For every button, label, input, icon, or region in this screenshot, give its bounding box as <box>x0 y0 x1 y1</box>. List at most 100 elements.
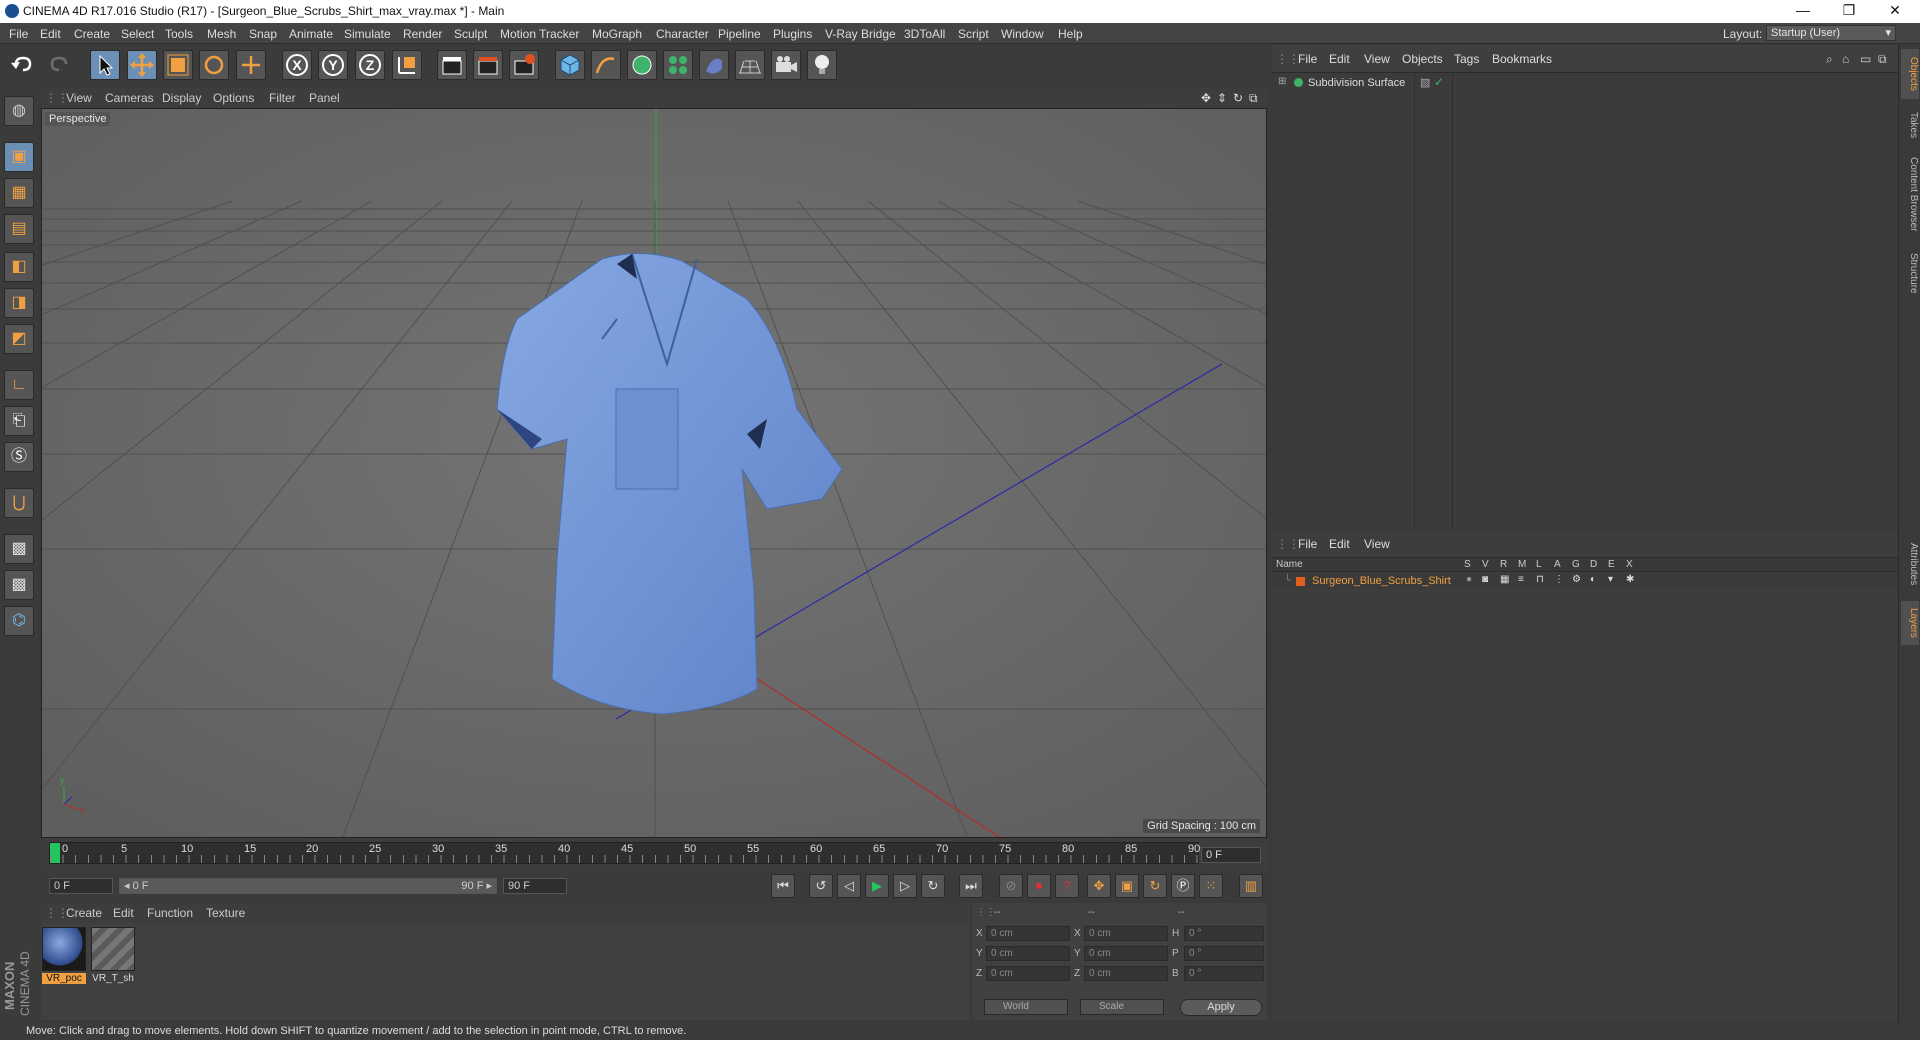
material-thumbnail[interactable] <box>42 927 86 971</box>
key-position-button[interactable]: ✥ <box>1087 874 1111 898</box>
new-window-icon[interactable]: ▭ <box>1860 52 1871 66</box>
add-environment-button[interactable] <box>735 50 765 80</box>
add-spline-button[interactable] <box>591 50 621 80</box>
coordinate-system-button[interactable] <box>392 50 422 80</box>
solo-toggle-icon[interactable]: ● <box>1466 574 1472 585</box>
edges-mode-button[interactable]: ◨ <box>4 288 34 318</box>
menu-window[interactable]: Window <box>1001 27 1044 41</box>
object-menu-edit[interactable]: Edit <box>1329 52 1350 66</box>
add-mograph-button[interactable] <box>663 50 693 80</box>
viewport-menu-options[interactable]: Options <box>213 91 254 105</box>
add-deformer-button[interactable] <box>699 50 729 80</box>
current-frame-field[interactable]: 0 F <box>1201 847 1261 863</box>
add-camera-button[interactable] <box>771 50 801 80</box>
select-tool-button[interactable] <box>90 50 120 80</box>
recent-tool-button[interactable] <box>236 50 266 80</box>
menu-help[interactable]: Help <box>1058 27 1083 41</box>
menu-edit[interactable]: Edit <box>40 27 61 41</box>
expand-icon[interactable]: ⧉ <box>1878 52 1887 67</box>
polygons-mode-button[interactable]: ◩ <box>4 324 34 354</box>
redo-button[interactable] <box>44 50 74 80</box>
layer-menu-view[interactable]: View <box>1364 537 1390 551</box>
material-menu-edit[interactable]: Edit <box>113 906 134 920</box>
viewport-zoom-icon[interactable]: ⇕ <box>1217 91 1227 105</box>
menu-pipeline[interactable]: Pipeline <box>718 27 761 41</box>
model-mode-button[interactable]: ▣ <box>4 142 34 172</box>
menu-tools[interactable]: Tools <box>165 27 193 41</box>
add-generator-button[interactable] <box>627 50 657 80</box>
scale-tool-button[interactable] <box>163 50 193 80</box>
rotate-tool-button[interactable] <box>199 50 229 80</box>
menu-render[interactable]: Render <box>403 27 442 41</box>
edit-tag-icon[interactable]: ▧ <box>1420 76 1430 89</box>
enabled-check-icon[interactable]: ✓ <box>1434 75 1444 89</box>
render-clapper-icon[interactable]: ▦ <box>1500 574 1509 585</box>
start-frame-field[interactable]: 0 F <box>49 878 113 894</box>
size-z-field[interactable]: 0 cm <box>1084 966 1168 981</box>
locked-workplane-button[interactable]: ▩ <box>4 534 34 564</box>
move-tool-button[interactable] <box>127 50 157 80</box>
menu-snap[interactable]: Snap <box>249 27 277 41</box>
render-picture-viewer-button[interactable] <box>473 50 503 80</box>
menu-simulate[interactable]: Simulate <box>344 27 391 41</box>
search-icon[interactable]: ⌕ <box>1826 52 1833 67</box>
menu-sculpt[interactable]: Sculpt <box>454 27 487 41</box>
layer-menu-file[interactable]: File <box>1298 537 1317 551</box>
viewport-menu-view[interactable]: View <box>66 91 92 105</box>
python-button[interactable]: ⌬ <box>4 606 34 636</box>
render-settings-button[interactable] <box>509 50 539 80</box>
go-to-end-button[interactable]: ⏭ <box>959 874 983 898</box>
menu-motion-tracker[interactable]: Motion Tracker <box>500 27 579 41</box>
workplane-mode-button[interactable]: ▤ <box>4 214 34 244</box>
object-menu-file[interactable]: File <box>1298 52 1317 66</box>
material-label[interactable]: VR_T_sh <box>91 973 135 984</box>
lock-icon[interactable]: ⊓ <box>1536 574 1544 585</box>
layer-name[interactable]: Surgeon_Blue_Scrubs_Shirt <box>1312 575 1451 587</box>
menu-mesh[interactable]: Mesh <box>207 27 236 41</box>
viewport-menu-cameras[interactable]: Cameras <box>105 91 154 105</box>
viewport-menu-display[interactable]: Display <box>162 91 201 105</box>
key-point-level-button[interactable]: ⁙ <box>1199 874 1223 898</box>
menu-mograph[interactable]: MoGraph <box>592 27 642 41</box>
object-name[interactable]: Subdivision Surface <box>1308 77 1405 89</box>
menu-file[interactable]: File <box>9 27 28 41</box>
menu-animate[interactable]: Animate <box>289 27 333 41</box>
points-mode-button[interactable]: ◧ <box>4 252 34 282</box>
menu-create[interactable]: Create <box>74 27 110 41</box>
key-parameter-button[interactable]: Ⓟ <box>1171 874 1195 898</box>
play-button[interactable]: ▶ <box>865 874 889 898</box>
add-light-button[interactable] <box>807 50 837 80</box>
viewport-rotate-icon[interactable]: ↻ <box>1233 91 1243 105</box>
material-label[interactable]: VR_poc <box>42 973 86 984</box>
menu-select[interactable]: Select <box>121 27 154 41</box>
rotation-p-field[interactable]: 0 ° <box>1184 946 1264 961</box>
object-row[interactable]: ⊞ Subdivision Surface ▧ ✓ <box>1274 75 1894 91</box>
deformer-icon[interactable]: ◐ <box>1590 574 1596 585</box>
menu-script[interactable]: Script <box>958 27 989 41</box>
viewport-menu-panel[interactable]: Panel <box>309 91 340 105</box>
render-view-button[interactable] <box>437 50 467 80</box>
snap-button[interactable]: Ⓢ <box>4 442 34 472</box>
close-button[interactable]: ✕ <box>1872 0 1918 23</box>
layer-row[interactable]: └ Surgeon_Blue_Scrubs_Shirt ● ◙ ▦ ≡ ⊓ ⋮ … <box>1272 573 1898 589</box>
tab-attributes[interactable]: Attributes <box>1901 533 1919 595</box>
generator-icon[interactable]: ⚙ <box>1572 574 1581 585</box>
next-key-button[interactable]: ↻ <box>921 874 945 898</box>
menu-character[interactable]: Character <box>656 27 709 41</box>
animation-icon[interactable]: ⋮ <box>1554 574 1564 585</box>
apply-button[interactable]: Apply <box>1180 999 1262 1016</box>
maximize-button[interactable]: ❐ <box>1826 0 1872 23</box>
tab-content-browser[interactable]: Content Browser <box>1901 149 1919 239</box>
object-menu-view[interactable]: View <box>1364 52 1390 66</box>
layer-menu-edit[interactable]: Edit <box>1329 537 1350 551</box>
tweak-mode-button[interactable]: ⎗ <box>4 406 34 436</box>
tab-structure[interactable]: Structure <box>1901 243 1919 303</box>
3d-viewport[interactable]: y x Perspective Grid Spacing : 100 cm <box>41 108 1267 838</box>
viewport-menu-filter[interactable]: Filter <box>269 91 296 105</box>
camera-label[interactable]: Perspective <box>45 112 111 126</box>
xref-icon[interactable]: ✱ <box>1626 574 1634 585</box>
position-x-field[interactable]: 0 cm <box>986 926 1070 941</box>
key-scale-button[interactable]: ▣ <box>1115 874 1139 898</box>
position-y-field[interactable]: 0 cm <box>986 946 1070 961</box>
expression-icon[interactable]: ▾ <box>1608 574 1613 585</box>
